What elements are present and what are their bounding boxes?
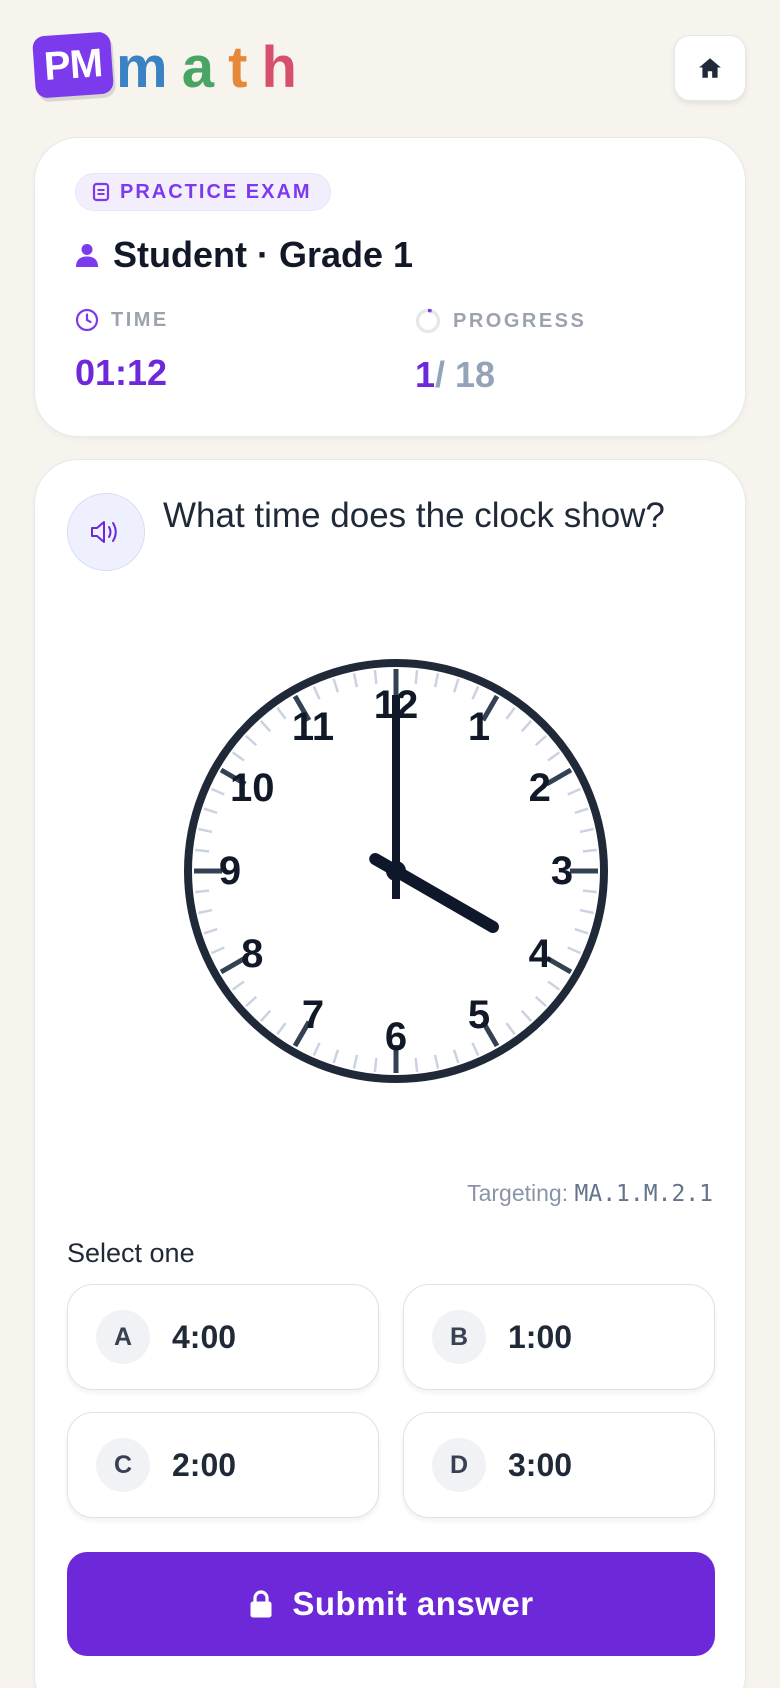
- exam-info-card: PRACTICE EXAM Student · Grade 1 TIME 01:…: [34, 137, 746, 437]
- time-value: 01:12: [75, 352, 168, 393]
- clock-number: 8: [241, 932, 263, 976]
- app-header: PM m a t h: [31, 31, 746, 104]
- choice-letter: C: [96, 1438, 150, 1492]
- home-icon: [699, 58, 721, 78]
- targeting-code: MA.1.M.2.1: [574, 1181, 713, 1207]
- clock-face: 121234567891011: [184, 659, 608, 1083]
- badge-label: PRACTICE EXAM: [120, 180, 312, 203]
- choice-a[interactable]: A 4:00: [67, 1284, 379, 1390]
- minute-tick: [194, 889, 210, 894]
- targeting-standard: Targeting: MA.1.M.2.1: [467, 1180, 713, 1207]
- progress-ring-icon: [415, 308, 441, 334]
- choice-value: 2:00: [172, 1446, 237, 1483]
- logo-badge: PM: [31, 31, 115, 99]
- progress-total: / 18: [435, 354, 496, 395]
- logo-letter: h: [261, 35, 297, 100]
- page: PM m a t h PRACTICE EXAM Student · Grade…: [0, 0, 780, 1688]
- submit-label: Submit answer: [292, 1585, 534, 1622]
- logo-letter: t: [228, 35, 247, 100]
- progress-label: PROGRESS: [453, 309, 587, 332]
- logo-letter: a: [181, 35, 214, 100]
- clock-number: 3: [551, 849, 573, 893]
- read-aloud-button[interactable]: [67, 493, 145, 571]
- choice-letter: B: [432, 1310, 486, 1364]
- minute-tick: [373, 669, 378, 685]
- pm-math-logo: PM m a t h: [31, 31, 297, 100]
- choice-value: 4:00: [172, 1318, 237, 1355]
- clock-number: 5: [468, 993, 490, 1037]
- logo-letter: m: [116, 35, 168, 100]
- practice-exam-badge: PRACTICE EXAM: [75, 173, 331, 211]
- progress-value: 1/ 18: [415, 354, 586, 396]
- clock-number: 7: [302, 993, 324, 1037]
- question-card: What time does the clock show? 121234567…: [34, 459, 746, 1688]
- choice-d[interactable]: D 3:00: [403, 1412, 715, 1518]
- clock-number: 10: [230, 766, 275, 810]
- select-one-label: Select one: [67, 1238, 195, 1268]
- speaker-icon: [91, 521, 117, 543]
- clipboard-icon: [92, 182, 110, 202]
- lock-icon: [250, 1590, 272, 1618]
- choice-letter: A: [96, 1310, 150, 1364]
- choice-letter: D: [432, 1438, 486, 1492]
- choice-b[interactable]: B 1:00: [403, 1284, 715, 1390]
- targeting-label: Targeting:: [467, 1180, 569, 1206]
- clock-number: 4: [529, 932, 552, 976]
- choice-value: 3:00: [508, 1446, 573, 1483]
- minute-tick: [414, 669, 419, 685]
- progress-current: 1: [415, 354, 436, 395]
- user-icon: [76, 244, 98, 267]
- analog-clock: 121234567891011: [163, 638, 629, 1104]
- home-button[interactable]: [674, 35, 746, 101]
- minute-tick: [414, 1057, 419, 1073]
- choice-value: 1:00: [508, 1318, 573, 1355]
- time-label: TIME: [111, 308, 169, 331]
- submit-answer-button[interactable]: Submit answer: [67, 1552, 715, 1656]
- minute-tick: [373, 1057, 378, 1073]
- minute-tick: [582, 848, 598, 853]
- student-name: Student · Grade 1: [113, 234, 414, 275]
- time-stat: TIME 01:12: [75, 308, 169, 394]
- minute-tick: [194, 848, 210, 853]
- clock-number: 11: [292, 705, 334, 749]
- clock-number: 6: [385, 1015, 407, 1059]
- clock-number: 1: [468, 705, 490, 749]
- progress-stat: PROGRESS 1/ 18: [415, 308, 586, 396]
- question-text: What time does the clock show?: [163, 496, 665, 535]
- clock-center-pin: [386, 861, 406, 881]
- minute-tick: [582, 889, 598, 894]
- choice-c[interactable]: C 2:00: [67, 1412, 379, 1518]
- clock-icon: [75, 308, 99, 332]
- logo-wordmark: m a t h: [116, 35, 297, 100]
- student-row: Student · Grade 1: [75, 234, 413, 276]
- clock-number: 9: [219, 849, 241, 893]
- clock-number: 2: [529, 766, 551, 810]
